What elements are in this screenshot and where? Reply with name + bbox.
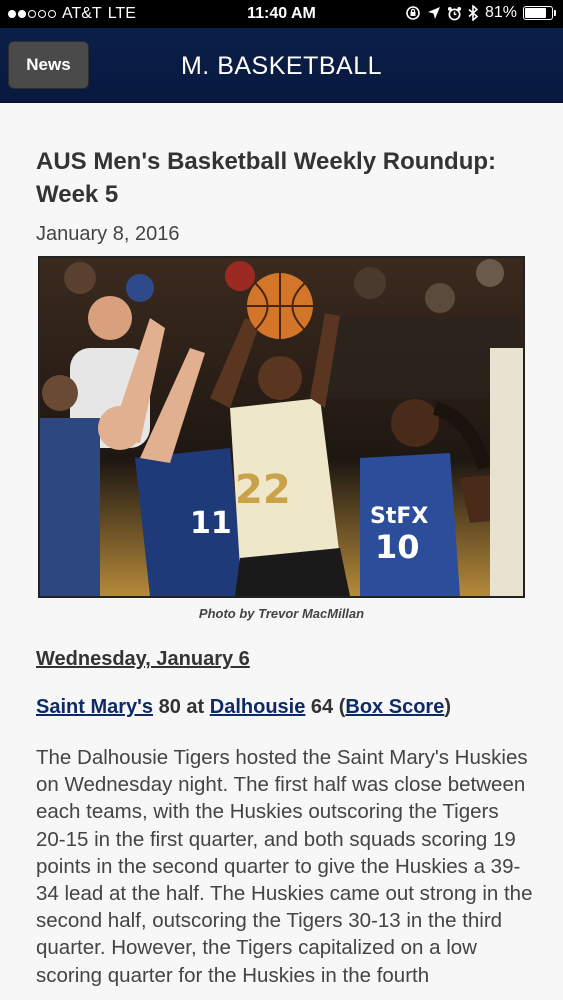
home-score: 64 xyxy=(310,696,334,718)
away-score: 80 xyxy=(158,696,181,718)
nav-bar: News M. BASKETBALL xyxy=(0,28,563,103)
home-team-link[interactable]: Dalhousie xyxy=(210,696,306,718)
photo-caption: Photo by Trevor MacMillan xyxy=(198,606,365,621)
article-date: January 8, 2016 xyxy=(36,223,180,245)
away-team-link[interactable]: Saint Mary's xyxy=(36,696,153,718)
article-photo: 11 22 StFX 10 xyxy=(38,256,525,598)
svg-text:11: 11 xyxy=(190,506,232,541)
box-score-wrapper: (Box Score) xyxy=(338,696,451,718)
game-score-line: Saint Mary's 80 at Dalhousie 64 (Box Sco… xyxy=(36,696,451,719)
status-bar: AT&T LTE 11:40 AM 81% xyxy=(0,0,563,28)
nav-title: M. BASKETBALL xyxy=(180,52,383,80)
day-heading: Wednesday, January 6 xyxy=(36,648,250,670)
at-label: at xyxy=(186,696,205,718)
svg-text:22: 22 xyxy=(235,467,291,513)
battery-icon xyxy=(523,6,556,20)
status-right: 81% xyxy=(405,4,556,22)
rotation-lock-icon xyxy=(406,6,420,20)
battery-fill xyxy=(525,8,547,18)
svg-text:StFX: StFX xyxy=(370,504,428,529)
basketball-game-image: 11 22 StFX 10 xyxy=(40,258,523,596)
article-body: The Dalhousie Tigers hosted the Saint Ma… xyxy=(36,746,533,987)
article-header: AUS Men's Basketball Weekly Roundup: Wee… xyxy=(36,145,531,246)
alarm-icon xyxy=(447,6,462,20)
article-title: AUS Men's Basketball Weekly Roundup: Wee… xyxy=(36,148,497,208)
box-score-link[interactable]: Box Score xyxy=(345,696,444,718)
location-arrow-icon xyxy=(427,7,440,19)
bluetooth-icon xyxy=(468,5,479,21)
battery-percent: 81% xyxy=(484,4,517,21)
svg-text:10: 10 xyxy=(375,528,420,566)
